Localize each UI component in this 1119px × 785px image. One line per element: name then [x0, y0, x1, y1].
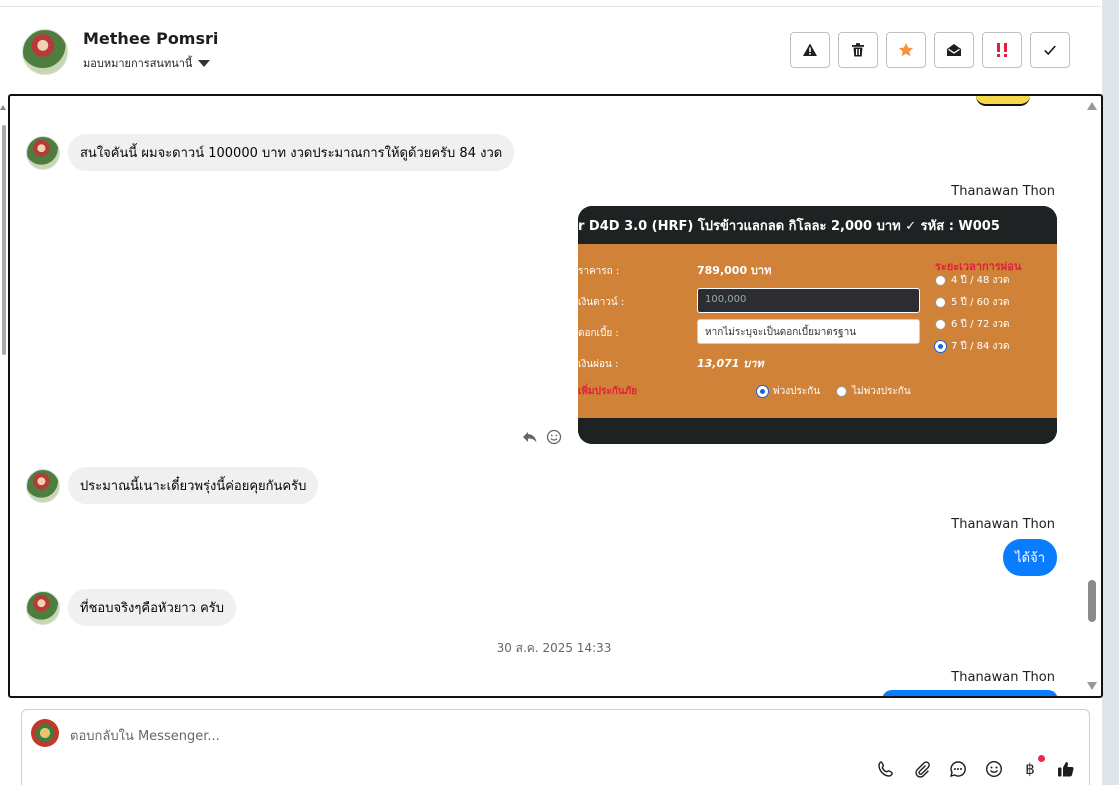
- chat-icon[interactable]: [947, 758, 969, 780]
- sender-avatar[interactable]: [26, 135, 60, 170]
- contact-name[interactable]: Methee Pomsri: [83, 29, 218, 48]
- timestamp-divider: 30 ส.ค. 2025 14:33: [496, 641, 612, 655]
- insurance-option: พ่วงประกัน: [757, 384, 820, 399]
- period-option: 4 ปี / 48 งวด: [935, 273, 1010, 288]
- sender-avatar[interactable]: [26, 590, 60, 625]
- period-option-label: 4 ปี / 48 งวด: [951, 275, 1010, 286]
- message-bubble[interactable]: ที่ชอบจริงๆคือหัวยาว ครับ: [68, 589, 237, 626]
- down-payment-field: 100,000: [697, 288, 920, 313]
- price-label: ราคารถ :: [578, 266, 620, 277]
- report-spam-button[interactable]: [790, 32, 830, 68]
- reply-icon[interactable]: [522, 429, 538, 445]
- star-icon: [898, 43, 914, 57]
- insurance-option-label: ไม่พ่วงประกัน: [852, 386, 911, 397]
- message-bubble[interactable]: ประมาณนี้เนาะเดี๋ยวพรุ่งนี้ค่อยคุยกันครั…: [68, 467, 319, 504]
- message-thread[interactable]: สนใจคันนี้ ผมจะดาวน์ 100000 บาท งวดประมา…: [8, 94, 1103, 698]
- warning-icon: [803, 43, 817, 56]
- notification-dot: [1038, 755, 1045, 762]
- price-value: 789,000 บาท: [697, 264, 772, 277]
- phone-icon[interactable]: [875, 758, 897, 780]
- left-scroll-thumb[interactable]: [2, 125, 6, 355]
- outgoing-message-bubble[interactable]: [882, 690, 1058, 696]
- incoming-message: สนใจคันนี้ ผมจะดาวน์ 100000 บาท งวดประมา…: [26, 134, 515, 171]
- left-scroll-up-arrow[interactable]: [0, 105, 6, 110]
- scroll-down-arrow[interactable]: [1087, 682, 1097, 690]
- star-button[interactable]: [886, 32, 926, 68]
- radio-icon: [836, 386, 847, 397]
- contact-avatar[interactable]: [22, 29, 68, 75]
- image-attachment[interactable]: r D4D 3.0 (HRF) โปรข้าวแลกลด กิโลละ 2,00…: [578, 206, 1057, 444]
- priority-icon: [997, 43, 1007, 57]
- period-option-label: 5 ปี / 60 งวด: [951, 297, 1010, 308]
- down-payment-label: เงินดาวน์ :: [578, 297, 625, 308]
- check-icon: [1044, 45, 1056, 56]
- page-avatar: [31, 719, 59, 747]
- installment-value: 13,071 บาท: [697, 357, 764, 370]
- insurance-label: เพิ่มประกันภัย: [578, 386, 638, 397]
- interest-label: ดอกเบี้ย :: [578, 328, 619, 339]
- insurance-option-label: พ่วงประกัน: [773, 386, 821, 397]
- thread-scrollbar[interactable]: [1086, 102, 1098, 690]
- scroll-thumb[interactable]: [1088, 580, 1096, 622]
- sender-avatar[interactable]: [26, 468, 60, 503]
- incoming-message: ประมาณนี้เนาะเดี๋ยวพรุ่งนี้ค่อยคุยกันครั…: [26, 467, 319, 504]
- radio-icon: [935, 319, 946, 330]
- trash-icon: [852, 43, 864, 57]
- baht-icon[interactable]: ฿: [1019, 755, 1045, 780]
- installment-label: เงินผ่อน :: [578, 359, 619, 370]
- sticker-partial: [976, 96, 1030, 106]
- reply-composer[interactable]: ตอบกลับใน Messenger... ฿: [21, 709, 1090, 785]
- conversation-header: Methee Pomsri มอบหมายการสนทนานี้: [0, 7, 1101, 93]
- like-icon[interactable]: [1055, 758, 1077, 780]
- mark-read-icon: [947, 44, 961, 56]
- emoji-icon[interactable]: [983, 758, 1005, 780]
- assign-conversation-dropdown[interactable]: มอบหมายการสนทนานี้: [83, 54, 211, 72]
- composer-tools: ฿: [875, 755, 1077, 780]
- message-actions: [522, 429, 562, 445]
- page-scrollbar-track[interactable]: [1102, 0, 1119, 785]
- outgoing-message-bubble[interactable]: ได้จ้า: [1003, 539, 1057, 576]
- sender-name: Thanawan Thon: [951, 184, 1055, 199]
- sender-name: Thanawan Thon: [951, 517, 1055, 532]
- insurance-option: ไม่พ่วงประกัน: [836, 384, 911, 399]
- reply-input[interactable]: ตอบกลับใน Messenger...: [70, 725, 220, 746]
- period-option-label: 6 ปี / 72 งวด: [951, 319, 1010, 330]
- attach-icon[interactable]: [911, 758, 933, 780]
- react-emoji-icon[interactable]: [546, 429, 562, 445]
- sender-name: Thanawan Thon: [951, 670, 1055, 685]
- mark-priority-button[interactable]: [982, 32, 1022, 68]
- left-scrollbar[interactable]: [0, 95, 8, 695]
- assign-label: มอบหมายการสนทนานี้: [83, 57, 193, 70]
- chevron-down-icon: [198, 59, 211, 67]
- radio-selected-icon: [935, 341, 946, 352]
- radio-selected-icon: [757, 386, 768, 397]
- period-option: 5 ปี / 60 งวด: [935, 295, 1010, 310]
- incoming-message: ที่ชอบจริงๆคือหัวยาว ครับ: [26, 589, 237, 626]
- radio-icon: [935, 275, 946, 286]
- mark-as-read-button[interactable]: [934, 32, 974, 68]
- period-option: 6 ปี / 72 งวด: [935, 317, 1010, 332]
- message-bubble[interactable]: สนใจคันนี้ ผมจะดาวน์ 100000 บาท งวดประมา…: [68, 134, 515, 171]
- messenger-inbox: Methee Pomsri มอบหมายการสนทนานี้ สนใจคัน…: [0, 0, 1119, 785]
- interest-field: หากไม่ระบุจะเป็นดอกเบี้ยมาตรฐาน: [697, 319, 920, 344]
- delete-button[interactable]: [838, 32, 878, 68]
- scroll-up-arrow[interactable]: [1087, 102, 1097, 110]
- mark-done-button[interactable]: [1030, 32, 1070, 68]
- image-title: r D4D 3.0 (HRF) โปรข้าวแลกลด กิโลละ 2,00…: [578, 206, 1057, 244]
- period-option-label: 7 ปี / 84 งวด: [951, 341, 1010, 352]
- radio-icon: [935, 297, 946, 308]
- image-footer: [578, 418, 1057, 444]
- loan-calculator: ราคารถ : 789,000 บาท เงินดาวน์ : 100,000…: [578, 244, 1057, 418]
- period-option: 7 ปี / 84 งวด: [935, 339, 1010, 354]
- header-actions: [790, 32, 1070, 68]
